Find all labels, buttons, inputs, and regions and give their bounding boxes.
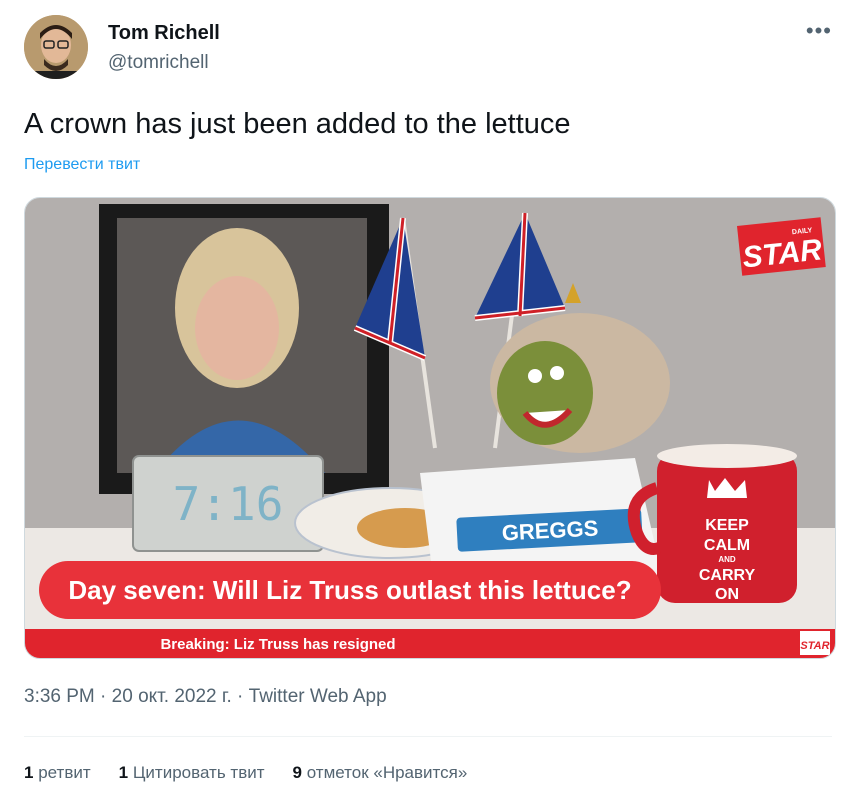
retweets-count: 1 xyxy=(24,763,34,782)
author-handle[interactable]: @tomrichell xyxy=(108,52,209,74)
tweet-date[interactable]: 20 окт. 2022 г. xyxy=(112,686,232,707)
tweet-media[interactable]: 7:16 GREGGS KEEP CALM AND CARRY ON DAILY… xyxy=(24,197,836,659)
meta-separator-1: · xyxy=(100,686,107,707)
divider xyxy=(24,736,832,737)
mug-line-2: CALM xyxy=(704,537,750,554)
mug-line-1: KEEP xyxy=(705,517,749,534)
ticker-text: Breaking: Liz Truss has resigned xyxy=(160,636,395,653)
tweet-time[interactable]: 3:36 PM xyxy=(24,686,95,707)
media-image: 7:16 GREGGS KEEP CALM AND CARRY ON DAILY… xyxy=(25,198,835,658)
ticker-logo: STAR xyxy=(800,640,829,652)
tweet-text: A crown has just been added to the lettu… xyxy=(24,108,571,140)
likes-count: 9 xyxy=(292,763,302,782)
retweets-label: ретвит xyxy=(38,763,91,782)
avatar[interactable] xyxy=(24,15,88,79)
quotes-stat[interactable]: 1 Цитировать твит xyxy=(119,763,265,783)
tweet-stats: 1 ретвит 1 Цитировать твит 9 отметок «Нр… xyxy=(24,763,467,783)
tweet-source[interactable]: Twitter Web App xyxy=(249,686,387,707)
bag-brand: GREGGS xyxy=(501,515,599,545)
tweet-meta: 3:36 PM · 20 окт. 2022 г. · Twitter Web … xyxy=(24,686,387,708)
translate-tweet-link[interactable]: Перевести твит xyxy=(24,156,140,174)
mug-line-4: CARRY xyxy=(699,567,756,584)
quotes-count: 1 xyxy=(118,763,129,782)
more-horizontal-icon[interactable]: ••• xyxy=(806,18,832,44)
author-name[interactable]: Tom Richell xyxy=(108,22,220,45)
retweets-stat[interactable]: 1 ретвит xyxy=(24,763,91,783)
clock-display: 7:16 xyxy=(173,477,284,531)
likes-label: отметок «Нравится» xyxy=(306,763,468,782)
likes-stat[interactable]: 9 отметок «Нравится» xyxy=(293,763,468,783)
mug-line-5: ON xyxy=(715,586,739,603)
caption-text: Day seven: Will Liz Truss outlast this l… xyxy=(68,575,631,605)
meta-separator-2: · xyxy=(237,686,244,707)
mug-line-3: AND xyxy=(718,555,736,564)
avatar-photo xyxy=(24,15,88,79)
quotes-label: Цитировать твит xyxy=(132,763,265,782)
daily-star-logo: DAILY STAR xyxy=(737,217,826,276)
